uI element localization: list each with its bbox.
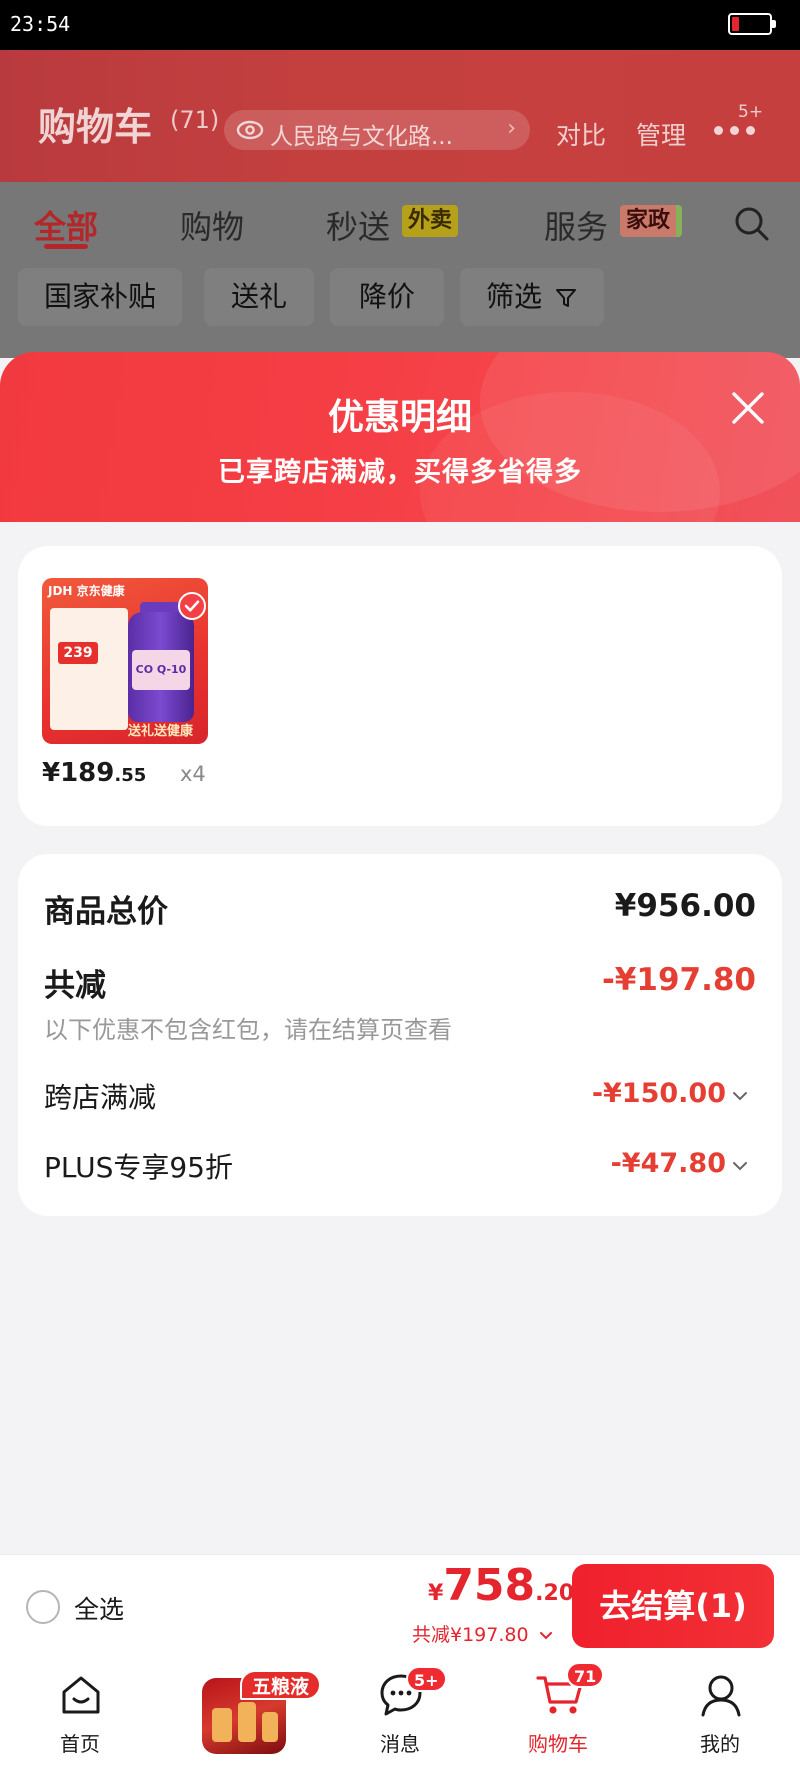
tab-shopping[interactable]: 购物 <box>180 202 244 248</box>
tab-express[interactable]: 秒送 <box>326 202 390 248</box>
modal-title: 优惠明细 <box>327 397 472 438</box>
discount-detail-header: 优惠明细 已享跨店满减，买得多省得多 <box>0 352 800 522</box>
checkout-saved[interactable]: 共减¥197.80 <box>412 1620 553 1647</box>
nav-home-label: 首页 <box>60 1732 100 1756</box>
product-image-slogan: 送礼送健康 <box>128 724 194 739</box>
profile-icon <box>701 1675 741 1717</box>
total-price-label: 商品总价 <box>44 894 168 930</box>
item-price: ¥189.55 <box>42 758 146 788</box>
checkout-total: ¥758.20 <box>428 1560 574 1611</box>
plus-discount-label: PLUS专享95折 <box>44 1151 233 1184</box>
discount-note: 以下优惠不包含红包，请在结算页查看 <box>44 1016 452 1044</box>
cross-store-discount-value[interactable]: -¥150.00 <box>592 1078 726 1109</box>
chevron-down-icon <box>539 1632 552 1640</box>
address-text: 人民路与文化路... <box>270 124 453 150</box>
messages-badge: 5+ <box>406 1666 447 1692</box>
item-price-dec: .55 <box>114 765 147 786</box>
tab-all[interactable]: 全部 <box>34 202 98 248</box>
discount-total-value: -¥197.80 <box>601 962 756 998</box>
checkmark-icon <box>178 592 206 620</box>
checkout-button[interactable]: 去结算(1) <box>572 1564 774 1648</box>
checkout-total-dec: .20 <box>535 1581 575 1606</box>
total-price-value: ¥956.00 <box>614 888 756 924</box>
status-time: 23:54 <box>10 12 71 36</box>
funnel-icon <box>555 289 576 307</box>
filter-screen-label: 筛选 <box>486 280 543 313</box>
takeout-tag: 外卖 <box>402 205 459 237</box>
filter-price-drop[interactable]: 降价 <box>330 268 444 326</box>
cart-count: (71) <box>170 106 220 134</box>
close-icon[interactable] <box>726 386 770 430</box>
tab-all-indicator <box>44 244 88 249</box>
checkout-saved-text: 共减¥197.80 <box>412 1624 529 1646</box>
checkout-total-int: 758 <box>443 1560 536 1611</box>
select-all-label[interactable]: 全选 <box>74 1590 124 1626</box>
product-label: CO Q-10 <box>132 650 190 690</box>
cross-store-discount-label: 跨店满减 <box>44 1081 157 1114</box>
housekeeping-tag: 家政 <box>620 205 683 237</box>
cart-title: 购物车 <box>38 105 153 149</box>
chevron-down-icon[interactable] <box>732 1090 748 1102</box>
discount-total-label: 共减 <box>44 968 106 1004</box>
manage-button[interactable]: 管理 <box>636 116 686 152</box>
nav-profile-label: 我的 <box>700 1732 740 1756</box>
checkout-currency: ¥ <box>428 1581 444 1606</box>
filter-screen[interactable]: 筛选 <box>460 268 604 326</box>
filter-national-subsidy[interactable]: 国家补贴 <box>18 268 182 326</box>
chevron-down-icon[interactable] <box>732 1160 748 1172</box>
item-price-int: ¥189 <box>42 758 115 788</box>
cart-badge: 71 <box>566 1662 605 1688</box>
product-image-price: 239 <box>58 642 98 664</box>
search-icon[interactable] <box>732 204 772 244</box>
item-quantity: x4 <box>180 762 206 786</box>
filter-gift[interactable]: 送礼 <box>204 268 314 326</box>
status-bar: 23:54 <box>0 0 800 50</box>
modal-subtitle: 已享跨店满减，买得多省得多 <box>218 457 582 488</box>
address-selector[interactable]: 人民路与文化路... › <box>224 110 530 150</box>
plus-discount-value[interactable]: -¥47.80 <box>611 1148 726 1179</box>
compare-button[interactable]: 对比 <box>556 116 606 152</box>
product-image[interactable]: JDH 京东健康 239 CO Q-10 送礼送健康 <box>42 578 208 744</box>
nav-messages-label: 消息 <box>380 1732 420 1756</box>
select-all-checkbox[interactable] <box>26 1590 60 1624</box>
eye-icon <box>236 120 264 140</box>
more-badge: 5+ <box>738 102 764 122</box>
promo-badge[interactable]: 五粮液 <box>240 1670 322 1700</box>
battery-icon <box>728 13 776 35</box>
chevron-right-icon: › <box>507 116 516 141</box>
tab-service[interactable]: 服务 <box>544 202 608 248</box>
home-icon <box>62 1676 100 1714</box>
nav-cart-label: 购物车 <box>528 1732 588 1756</box>
